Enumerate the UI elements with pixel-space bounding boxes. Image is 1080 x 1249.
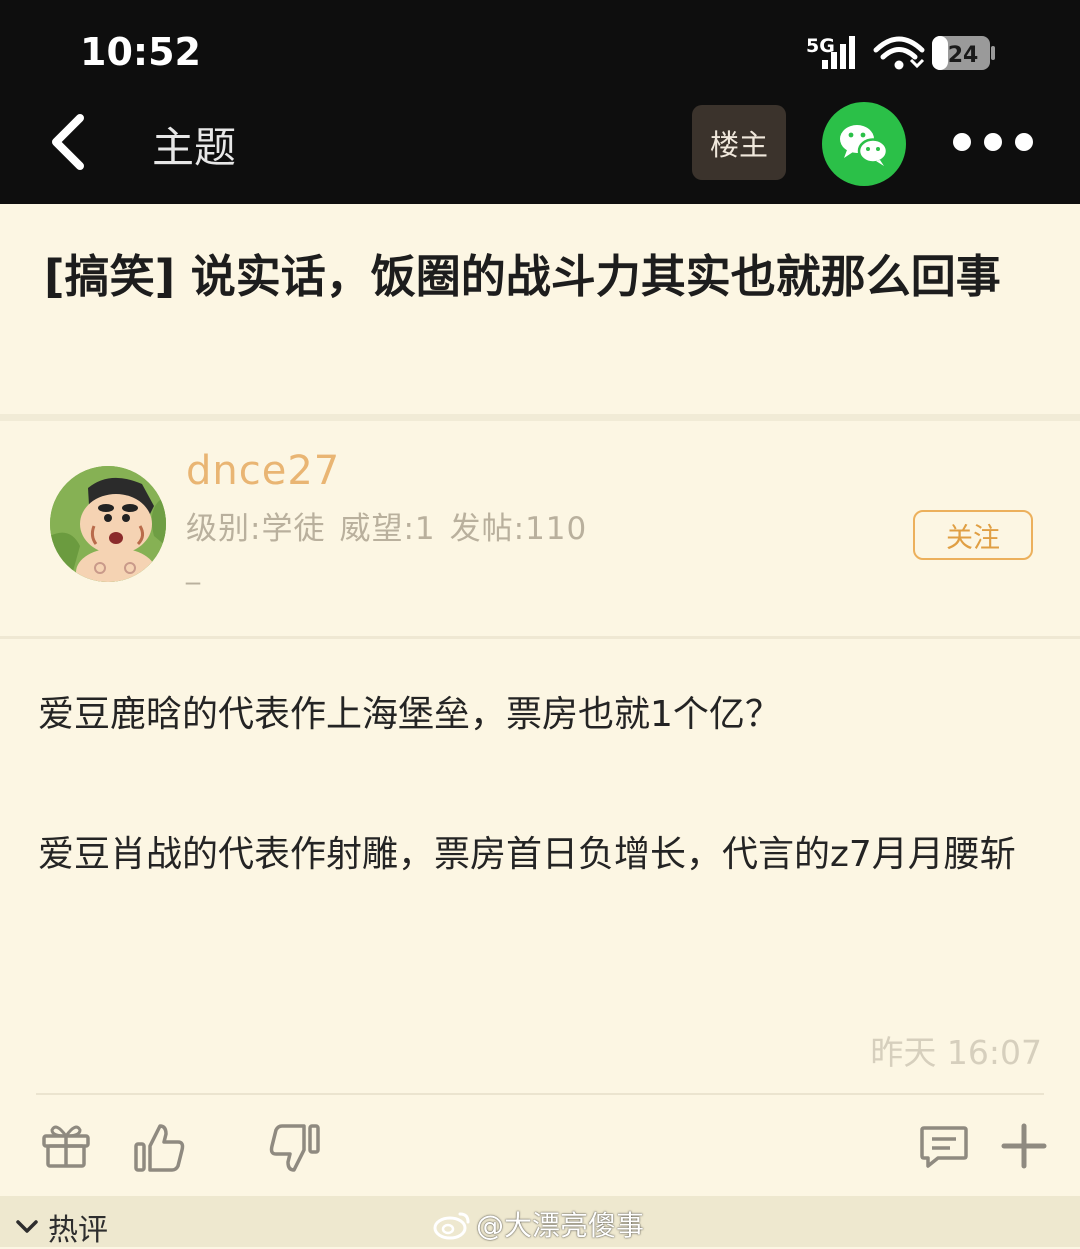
op-only-button[interactable]: 楼主 <box>692 105 786 180</box>
comment-icon[interactable] <box>916 1118 972 1174</box>
gift-icon[interactable] <box>38 1118 94 1174</box>
post-paragraph: 爱豆鹿晗的代表作上海堡垒，票房也就1个亿？ <box>38 694 781 735</box>
title-section <box>0 204 1080 416</box>
status-icons: 5G 24 <box>806 35 995 70</box>
status-time: 10:52 <box>80 30 201 74</box>
author-post-count: 发帖:110 <box>449 511 588 547</box>
avatar-image <box>50 466 166 582</box>
post-timestamp: 昨天 16:07 <box>870 1033 1042 1072</box>
author-prestige: 威望:1 <box>339 511 436 547</box>
post-body: 爱豆鹿晗的代表作上海堡垒，票房也就1个亿？ 爱豆肖战的代表作射雕，票房首日负增长… <box>38 680 1038 889</box>
thumbs-up-icon[interactable] <box>132 1120 188 1176</box>
divider <box>0 414 1080 421</box>
wechat-share-button[interactable] <box>822 102 906 186</box>
back-icon[interactable] <box>40 110 100 174</box>
wechat-icon <box>840 125 889 166</box>
network-label: 5G <box>806 35 835 57</box>
plus-icon[interactable] <box>996 1118 1052 1174</box>
avatar[interactable] <box>50 466 166 582</box>
more-icon[interactable] <box>950 126 1036 158</box>
hot-comments-label: 热评 <box>48 1213 108 1248</box>
watermark: @大漂亮傻事 <box>432 1204 644 1244</box>
author-name[interactable]: dnce27 <box>186 448 340 494</box>
author-level: 级别:学徒 <box>186 511 326 547</box>
weibo-icon <box>433 1212 470 1240</box>
divider <box>36 1093 1044 1095</box>
thumbs-down-icon[interactable] <box>266 1120 322 1176</box>
post-title: [搞笑] 说实话，饭圈的战斗力其实也就那么回事 <box>44 250 1001 303</box>
divider <box>0 636 1080 639</box>
watermark-text: @大漂亮傻事 <box>476 1209 645 1242</box>
battery-level: 24 <box>948 43 979 68</box>
chevron-down-icon <box>16 1220 38 1233</box>
author-signature: _ <box>186 552 200 585</box>
page-title: 主题 <box>152 123 237 172</box>
follow-button[interactable]: 关注 <box>913 510 1033 560</box>
post-paragraph: 爱豆肖战的代表作射雕，票房首日负增长，代言的z7月月腰斩 <box>38 834 1016 875</box>
author-stats: 级别:学徒 威望:1 发帖:110 <box>186 503 601 548</box>
hot-comments-toggle[interactable]: 热评 <box>14 1205 108 1249</box>
